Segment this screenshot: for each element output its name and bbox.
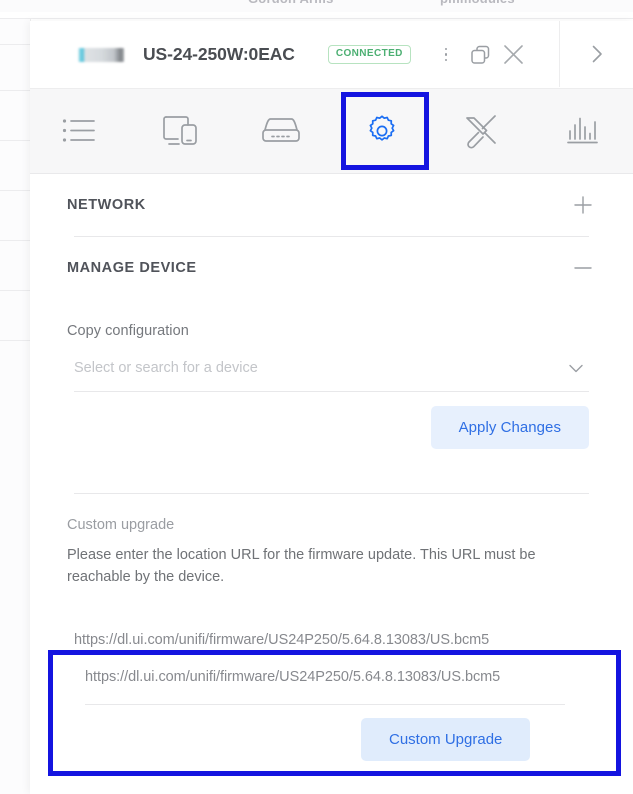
device-name-title: US-24-250W:0EAC [143, 44, 295, 64]
background-row-divider [0, 44, 30, 45]
panel-tabbar [30, 89, 633, 174]
background-row-divider [0, 140, 30, 141]
panel-header: US-24-250W:0EAC CONNECTED [30, 21, 633, 89]
more-options-icon[interactable] [429, 38, 463, 72]
background-table-header: Gordon Arms pmmodules [0, 0, 633, 12]
tab-tools[interactable] [432, 89, 533, 173]
background-column-pmmodules: pmmodules [440, 0, 515, 6]
panel-expand-button[interactable] [559, 21, 633, 87]
tab-statistics[interactable] [533, 89, 633, 173]
section-network[interactable]: NETWORK [67, 174, 596, 236]
close-icon[interactable] [497, 38, 531, 72]
section-manage-device[interactable]: MANAGE DEVICE [67, 237, 596, 299]
section-network-title: NETWORK [67, 197, 146, 213]
device-thumbnail [78, 47, 124, 62]
plus-icon[interactable] [570, 192, 596, 218]
custom-upgrade-label: Custom upgrade [67, 517, 175, 533]
tab-clients[interactable] [131, 89, 232, 173]
copy-configuration-device-placeholder: Select or search for a device [74, 360, 258, 376]
restore-window-icon[interactable] [463, 38, 497, 72]
background-column-gordon-arms: Gordon Arms [248, 0, 334, 6]
status-badge: CONNECTED [327, 45, 411, 64]
copy-configuration-label: Copy configuration [67, 323, 189, 339]
panel-body: NETWORK MANAGE DEVICE Copy configuration… [30, 174, 633, 723]
tab-config[interactable] [332, 89, 433, 173]
header-actions [429, 38, 531, 72]
tab-ports[interactable] [231, 89, 332, 173]
minus-icon[interactable] [570, 255, 596, 281]
background-row-divider [0, 290, 30, 291]
background-row-divider [0, 340, 30, 341]
custom-upgrade-row: Custom Upgrade [67, 664, 596, 723]
firmware-url-value: https://dl.ui.com/unifi/firmware/US24P25… [74, 631, 490, 648]
tab-details[interactable] [30, 89, 131, 173]
custom-upgrade-help-text: Please enter the location URL for the fi… [67, 547, 536, 586]
background-row-divider [0, 240, 30, 241]
background-header-divider [0, 18, 633, 19]
device-detail-panel: US-24-250W:0EAC CONNECTED NETWORK MANAGE… [30, 21, 633, 794]
background-row-divider [0, 90, 30, 91]
more-options-dots [444, 47, 448, 62]
custom-upgrade-button[interactable]: Custom Upgrade [418, 679, 589, 723]
section-manage-device-title: MANAGE DEVICE [67, 260, 197, 276]
background-table [0, 19, 31, 794]
apply-changes-button[interactable]: Apply Changes [430, 406, 589, 449]
copy-configuration-device-select[interactable]: Select or search for a device [74, 345, 589, 392]
background-row-divider [0, 190, 30, 191]
chevron-down-icon[interactable] [565, 357, 587, 379]
firmware-url-input[interactable]: https://dl.ui.com/unifi/firmware/US24P25… [74, 617, 589, 664]
apply-changes-row: Apply Changes [67, 392, 596, 449]
